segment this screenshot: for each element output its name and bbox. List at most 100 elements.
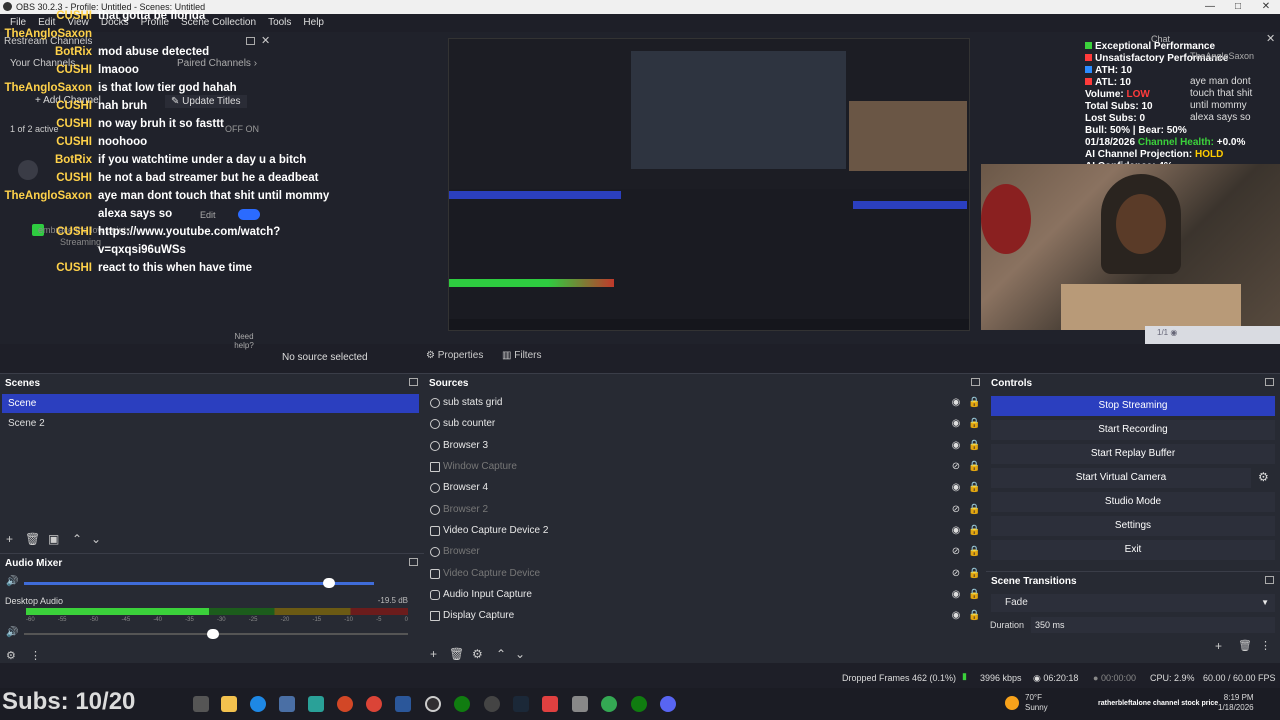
steam-icon[interactable] xyxy=(513,696,529,712)
transitions-popout-icon[interactable] xyxy=(1265,576,1274,584)
lock-icon[interactable]: 🔒 xyxy=(968,521,980,540)
store-icon[interactable] xyxy=(279,696,295,712)
app-icon[interactable] xyxy=(308,696,324,712)
chat-close-icon[interactable]: ✕ xyxy=(1266,32,1275,45)
file-explorer-icon[interactable] xyxy=(221,696,237,712)
xbox-icon[interactable] xyxy=(454,696,470,712)
preview-canvas[interactable]: Restream Channels ✕ Your Channels Paired… xyxy=(0,10,1280,350)
lock-icon[interactable]: 🔒 xyxy=(968,500,980,519)
start-virtual-camera-button[interactable]: Start Virtual Camera xyxy=(991,468,1251,488)
mixer-popout-icon[interactable] xyxy=(409,558,418,566)
source-item[interactable]: Browser 4 ◉ 🔒 xyxy=(430,478,980,497)
scenes-popout-icon[interactable] xyxy=(409,378,418,386)
discord-icon[interactable] xyxy=(660,696,676,712)
edge-icon[interactable] xyxy=(250,696,266,712)
chat-tab[interactable]: Chat xyxy=(1151,34,1170,44)
source-properties-icon[interactable]: ⚙ xyxy=(472,647,483,661)
move-up-icon[interactable]: ⌃ xyxy=(72,532,82,546)
source-item[interactable]: Display Capture ◉ 🔒 xyxy=(430,606,980,625)
add-transition-icon[interactable]: + xyxy=(1215,639,1222,653)
scene-filters-icon[interactable]: ▣ xyxy=(48,532,59,546)
remove-transition-icon[interactable]: 🗑 xyxy=(1238,639,1252,652)
duration-input[interactable]: 350 ms xyxy=(1031,617,1275,633)
speaker-icon[interactable]: 🔊 xyxy=(6,576,18,587)
sources-popout-icon[interactable] xyxy=(971,378,980,386)
scene-item[interactable]: Scene xyxy=(2,394,419,413)
stop-streaming-button[interactable]: Stop Streaming xyxy=(991,396,1275,416)
lock-icon[interactable]: 🔒 xyxy=(968,542,980,561)
minimize-button[interactable]: — xyxy=(1196,0,1224,14)
source-item[interactable]: Browser 2 ⊘ 🔒 xyxy=(430,500,980,519)
eye-hidden-icon[interactable]: ⊘ xyxy=(950,500,962,519)
channel-volume-knob[interactable] xyxy=(207,629,219,639)
app-icon[interactable] xyxy=(542,696,558,712)
source-item[interactable]: Window Capture ⊘ 🔒 xyxy=(430,457,980,476)
eye-icon[interactable]: ◉ xyxy=(950,606,962,625)
source-item[interactable]: Video Capture Device ⊘ 🔒 xyxy=(430,564,980,583)
weather[interactable]: 70°F Sunny xyxy=(1025,693,1048,713)
eye-hidden-icon[interactable]: ⊘ xyxy=(950,564,962,583)
lock-icon[interactable]: 🔒 xyxy=(968,564,980,583)
start-replay-buffer-button[interactable]: Start Replay Buffer xyxy=(991,444,1275,464)
source-item[interactable]: Audio Input Capture ◉ 🔒 xyxy=(430,585,980,604)
studio-mode-button[interactable]: Studio Mode xyxy=(991,492,1275,512)
powerpoint-icon[interactable] xyxy=(337,696,353,712)
add-scene-icon[interactable]: + xyxy=(6,532,13,546)
task-view-icon[interactable] xyxy=(193,696,209,712)
source-item[interactable]: Browser ⊘ 🔒 xyxy=(430,542,980,561)
lock-icon[interactable]: 🔒 xyxy=(968,393,980,412)
lock-icon[interactable]: 🔒 xyxy=(968,436,980,455)
obs-taskbar-icon[interactable] xyxy=(425,696,441,712)
filters-button[interactable]: ▥ Filters xyxy=(502,350,541,361)
lock-icon[interactable]: 🔒 xyxy=(968,585,980,604)
clock[interactable]: 8:19 PM 1/18/2026 xyxy=(1218,693,1254,713)
chrome-icon[interactable] xyxy=(601,696,617,712)
eye-icon[interactable]: ◉ xyxy=(950,521,962,540)
eye-icon[interactable]: ◉ xyxy=(950,414,962,433)
eye-icon[interactable]: ◉ xyxy=(950,478,962,497)
close-window-button[interactable]: ✕ xyxy=(1252,0,1280,14)
source-item[interactable]: Browser 3 ◉ 🔒 xyxy=(430,436,980,455)
eye-icon[interactable]: ◉ xyxy=(950,393,962,412)
transition-menu-icon[interactable]: ⋮ xyxy=(1260,639,1271,652)
eye-hidden-icon[interactable]: ⊘ xyxy=(950,457,962,476)
lock-icon[interactable]: 🔒 xyxy=(968,478,980,497)
add-source-icon[interactable]: + xyxy=(430,647,437,661)
virtual-camera-gear-icon[interactable]: ⚙ xyxy=(1258,470,1269,484)
eye-icon[interactable]: ◉ xyxy=(950,585,962,604)
source-item[interactable]: Video Capture Device 2 ◉ 🔒 xyxy=(430,521,980,540)
lock-icon[interactable]: 🔒 xyxy=(968,414,980,433)
source-item[interactable]: sub counter ◉ 🔒 xyxy=(430,414,980,433)
eye-icon[interactable]: ◉ xyxy=(950,436,962,455)
controls-popout-icon[interactable] xyxy=(1265,378,1274,386)
menu-help[interactable]: Help xyxy=(297,14,330,32)
master-volume-track[interactable] xyxy=(24,582,374,585)
move-down-icon[interactable]: ⌄ xyxy=(91,532,101,546)
app-icon[interactable] xyxy=(484,696,500,712)
app-icon[interactable] xyxy=(572,696,588,712)
word-icon[interactable] xyxy=(395,696,411,712)
menu-tools[interactable]: Tools xyxy=(262,14,297,32)
move-down-icon[interactable]: ⌄ xyxy=(515,647,525,661)
properties-button[interactable]: ⚙ Properties xyxy=(426,350,483,361)
trash-icon[interactable]: 🗑 xyxy=(25,532,40,546)
start-recording-button[interactable]: Start Recording xyxy=(991,420,1275,440)
mute-speaker-icon[interactable]: 🔊 xyxy=(6,627,18,638)
source-item[interactable]: sub stats grid ◉ 🔒 xyxy=(430,393,980,412)
exit-button[interactable]: Exit xyxy=(991,540,1275,560)
eye-hidden-icon[interactable]: ⊘ xyxy=(950,542,962,561)
mixer-settings-icon[interactable]: ⚙ xyxy=(6,649,16,662)
transition-select[interactable]: Fade ▼ xyxy=(991,594,1275,612)
lock-icon[interactable]: 🔒 xyxy=(968,606,980,625)
need-help-button[interactable]: Need help? xyxy=(232,332,256,350)
mixer-menu-icon[interactable]: ⋮ xyxy=(30,649,41,662)
lock-icon[interactable]: 🔒 xyxy=(968,457,980,476)
master-volume-knob[interactable] xyxy=(322,578,335,588)
move-up-icon[interactable]: ⌃ xyxy=(496,647,506,661)
remove-source-icon[interactable]: 🗑 xyxy=(449,647,464,661)
xbox-icon[interactable] xyxy=(631,696,647,712)
chrome-icon[interactable] xyxy=(366,696,382,712)
settings-button[interactable]: Settings xyxy=(991,516,1275,536)
maximize-button[interactable]: □ xyxy=(1224,0,1252,14)
scene-item[interactable]: Scene 2 xyxy=(2,414,419,433)
